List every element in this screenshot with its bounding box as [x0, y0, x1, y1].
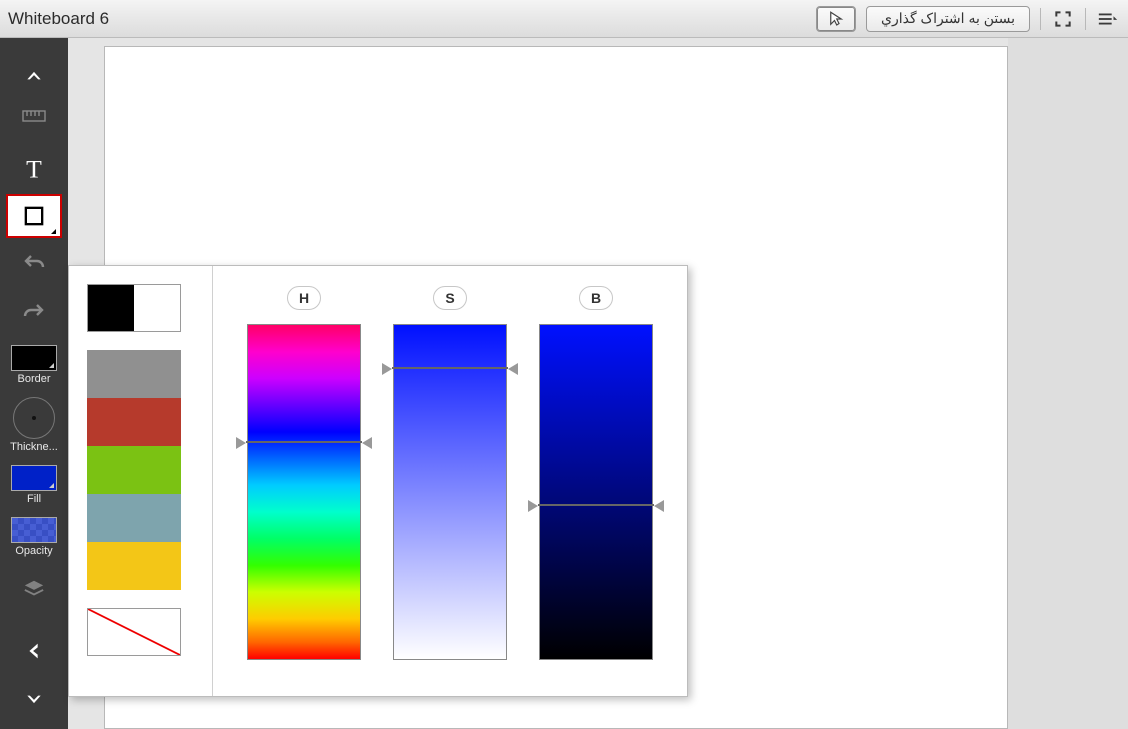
brightness-slider[interactable] [539, 324, 653, 660]
hue-handle[interactable] [236, 438, 372, 446]
hue-slider[interactable] [247, 324, 361, 660]
collapse-up-button[interactable] [6, 54, 62, 98]
preset-palette [87, 350, 181, 590]
expand-corner-icon [51, 229, 56, 234]
rectangle-icon [20, 202, 48, 230]
vertical-toolbar: T Border Thickne... Fill Opacity [0, 38, 68, 729]
fill-label: Fill [2, 493, 66, 505]
redo-button[interactable] [6, 290, 62, 334]
thickness-label: Thickne... [2, 441, 66, 453]
right-gutter [1008, 38, 1128, 729]
fill-swatch [11, 465, 57, 491]
preset-swatch[interactable] [87, 542, 181, 590]
preset-swatch[interactable] [87, 350, 181, 398]
chevron-up-icon [21, 66, 47, 86]
share-close-button[interactable]: بستن به اشتراک گذاري [866, 6, 1030, 32]
ruler-tool[interactable] [6, 102, 62, 130]
fullscreen-icon [1053, 9, 1073, 29]
chevron-left-icon [23, 640, 45, 662]
current-color-new [134, 285, 180, 331]
collapse-left-button[interactable] [6, 629, 62, 673]
color-picker-popup: H S B [68, 265, 688, 697]
opacity-label: Opacity [2, 545, 66, 557]
text-tool[interactable]: T [6, 146, 62, 190]
layers-icon [21, 578, 47, 600]
pointer-tool-button[interactable] [816, 6, 856, 32]
undo-icon [21, 252, 47, 276]
rectangle-tool[interactable] [6, 194, 62, 238]
hsb-sliders: H S B [213, 266, 687, 696]
fill-color-control[interactable]: Fill [6, 465, 62, 505]
hue-label: H [287, 286, 321, 310]
svg-text:T: T [26, 154, 42, 182]
undo-button[interactable] [6, 242, 62, 286]
chevron-down-icon [21, 689, 47, 709]
layers-button[interactable] [6, 567, 62, 611]
header-bar: Whiteboard 6 بستن به اشتراک گذاري [0, 0, 1128, 38]
ruler-icon [22, 109, 46, 123]
brightness-column: B [539, 286, 653, 660]
border-label: Border [2, 373, 66, 385]
expand-down-button[interactable] [6, 677, 62, 721]
preset-swatch[interactable] [87, 446, 181, 494]
fullscreen-button[interactable] [1051, 7, 1075, 31]
border-color-control[interactable]: Border [6, 345, 62, 385]
preset-swatch[interactable] [87, 494, 181, 542]
saturation-label: S [433, 286, 467, 310]
brightness-label: B [579, 286, 613, 310]
current-color-compare[interactable] [87, 284, 181, 332]
separator [1085, 8, 1086, 30]
text-icon: T [20, 154, 48, 182]
separator [1040, 8, 1041, 30]
current-color-old [88, 285, 134, 331]
document-title: Whiteboard 6 [8, 9, 109, 29]
menu-lines-icon [1097, 10, 1119, 28]
saturation-slider[interactable] [393, 324, 507, 660]
thickness-preview [13, 397, 55, 439]
opacity-swatch [11, 517, 57, 543]
header-right-group: بستن به اشتراک گذاري [816, 6, 1120, 32]
saturation-column: S [393, 286, 507, 660]
hue-column: H [247, 286, 361, 660]
cursor-icon [827, 10, 845, 28]
preset-swatch[interactable] [87, 398, 181, 446]
border-swatch [11, 345, 57, 371]
color-picker-presets [69, 266, 213, 696]
pod-menu-button[interactable] [1096, 7, 1120, 31]
brightness-handle[interactable] [528, 501, 664, 509]
thickness-control[interactable]: Thickne... [6, 397, 62, 453]
opacity-control[interactable]: Opacity [6, 517, 62, 557]
no-fill-swatch[interactable] [87, 608, 181, 656]
saturation-handle[interactable] [382, 364, 518, 372]
redo-icon [21, 301, 47, 325]
